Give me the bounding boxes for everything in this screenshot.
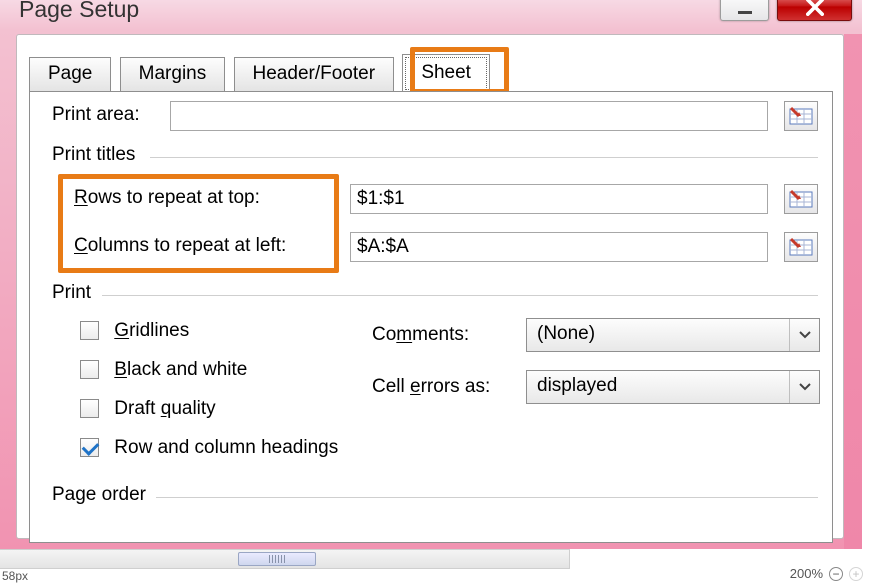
comments-label: Comments: bbox=[372, 324, 469, 346]
rows-repeat-input[interactable] bbox=[350, 184, 768, 214]
row-col-headings-checkbox-row[interactable]: Row and column headings bbox=[80, 437, 338, 459]
tab-page[interactable]: Page bbox=[29, 57, 111, 92]
print-area-label: Print area: bbox=[52, 104, 140, 125]
tabstrip: Page Margins Header/Footer Sheet bbox=[29, 53, 833, 92]
print-titles-divider bbox=[150, 157, 818, 158]
page-order-caption: Page order bbox=[52, 484, 146, 506]
zoom-in-button[interactable]: + bbox=[849, 567, 863, 581]
close-icon bbox=[806, 0, 824, 16]
scrollbar-thumb[interactable] bbox=[238, 552, 316, 566]
row-col-headings-label: Row and column headings bbox=[114, 437, 338, 458]
close-button[interactable] bbox=[777, 0, 852, 21]
rows-repeat-label: Rows to repeat at top: bbox=[74, 187, 260, 209]
gridlines-label: Gridlines bbox=[114, 320, 189, 341]
print-caption: Print bbox=[52, 282, 91, 304]
row-col-headings-checkbox[interactable] bbox=[80, 438, 99, 457]
range-selector-icon bbox=[789, 237, 813, 257]
gridlines-checkbox[interactable] bbox=[80, 321, 99, 340]
cell-errors-value: displayed bbox=[537, 375, 617, 396]
rows-repeat-selector-button[interactable] bbox=[784, 184, 818, 214]
chevron-down-icon bbox=[789, 371, 819, 403]
cell-errors-combo[interactable]: displayed bbox=[526, 370, 820, 404]
scrollbar-grip-icon bbox=[269, 555, 285, 563]
range-selector-icon bbox=[789, 106, 813, 126]
range-selector-icon bbox=[789, 189, 813, 209]
cols-repeat-selector-button[interactable] bbox=[784, 232, 818, 262]
cols-repeat-label: Columns to repeat at left: bbox=[74, 235, 286, 257]
comments-value: (None) bbox=[537, 323, 595, 344]
cols-repeat-input[interactable] bbox=[350, 232, 768, 262]
print-divider bbox=[102, 295, 818, 296]
tab-margins[interactable]: Margins bbox=[120, 57, 226, 92]
window-title: Page Setup bbox=[19, 0, 139, 23]
gridlines-checkbox-row[interactable]: Gridlines bbox=[80, 320, 189, 342]
zoom-out-button[interactable]: − bbox=[829, 567, 843, 581]
comments-combo[interactable]: (None) bbox=[526, 318, 820, 352]
print-titles-caption: Print titles bbox=[52, 144, 135, 166]
minimize-icon bbox=[738, 11, 752, 14]
black-white-checkbox-row[interactable]: Black and white bbox=[80, 359, 247, 381]
dialog-body: Page Margins Header/Footer Sheet Print a… bbox=[16, 34, 844, 539]
black-white-checkbox[interactable] bbox=[80, 360, 99, 379]
tabpanel-sheet: Print area: Print titles Rows to repeat … bbox=[29, 91, 833, 543]
zoom-controls: 200% − + bbox=[790, 566, 863, 581]
print-area-input[interactable] bbox=[170, 101, 768, 131]
minimize-button[interactable] bbox=[720, 0, 769, 21]
page-order-divider bbox=[156, 497, 818, 498]
cell-errors-label: Cell errors as: bbox=[372, 376, 490, 398]
black-white-label: Black and white bbox=[114, 359, 247, 380]
tab-header-footer[interactable]: Header/Footer bbox=[234, 57, 395, 92]
draft-quality-label: Draft quality bbox=[114, 398, 215, 419]
draft-quality-checkbox-row[interactable]: Draft quality bbox=[80, 398, 216, 420]
window-edge-right bbox=[844, 34, 862, 549]
status-coords: 58px bbox=[0, 569, 28, 583]
print-area-selector-button[interactable] bbox=[784, 101, 818, 131]
titlebar: Page Setup bbox=[5, 0, 860, 28]
tab-sheet[interactable]: Sheet bbox=[402, 54, 490, 93]
horizontal-scrollbar[interactable] bbox=[0, 549, 570, 569]
chevron-down-icon bbox=[789, 319, 819, 351]
zoom-level: 200% bbox=[790, 566, 823, 581]
page-gutter bbox=[862, 0, 871, 583]
draft-quality-checkbox[interactable] bbox=[80, 399, 99, 418]
